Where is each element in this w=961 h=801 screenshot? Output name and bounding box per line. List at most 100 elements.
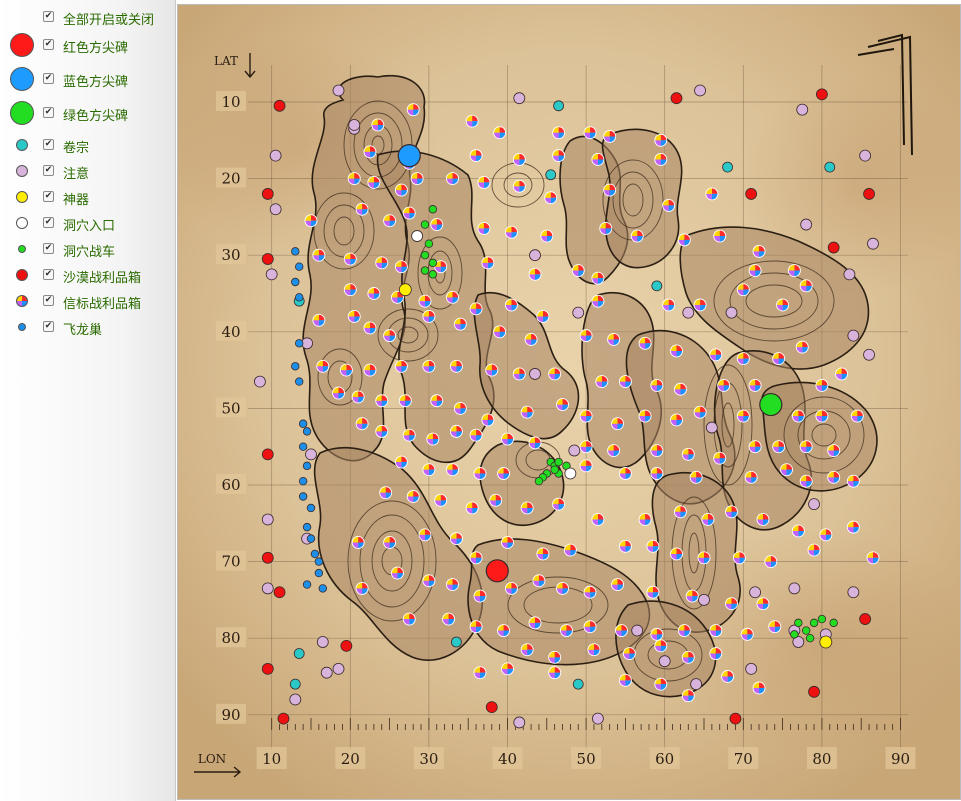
beacon-marker[interactable] bbox=[599, 221, 613, 235]
beacon-marker[interactable] bbox=[618, 539, 632, 553]
cave-loot-marker[interactable] bbox=[801, 626, 811, 635]
beacon-marker[interactable] bbox=[756, 597, 770, 611]
beacon-marker[interactable] bbox=[426, 432, 440, 446]
desert-crate-marker[interactable] bbox=[827, 241, 840, 254]
note-marker[interactable] bbox=[265, 268, 278, 281]
beacon-marker[interactable] bbox=[618, 467, 632, 480]
beacon-marker[interactable] bbox=[670, 413, 683, 427]
beacon-marker[interactable] bbox=[312, 248, 326, 262]
desert-crate-marker[interactable] bbox=[273, 586, 286, 599]
beacon-marker[interactable] bbox=[453, 317, 467, 331]
beacon-marker[interactable] bbox=[799, 474, 813, 488]
desert-crate-marker[interactable] bbox=[745, 188, 758, 200]
artifact-checkbox[interactable]: ✔ bbox=[43, 191, 54, 202]
beacon-marker[interactable] bbox=[563, 543, 577, 557]
beacon-marker[interactable] bbox=[394, 455, 408, 469]
beacon-marker[interactable] bbox=[536, 547, 550, 561]
blue-obelisk-checkbox[interactable]: ✔ bbox=[43, 73, 54, 84]
beacon-marker[interactable] bbox=[473, 467, 487, 480]
wyvern-nest-marker[interactable] bbox=[291, 247, 300, 256]
cave-loot-marker[interactable] bbox=[420, 220, 430, 229]
beacon-marker[interactable] bbox=[736, 409, 750, 423]
beacon-marker[interactable] bbox=[453, 401, 467, 415]
cave-loot-marker[interactable] bbox=[817, 614, 827, 624]
wyvern-nest-marker[interactable] bbox=[291, 362, 300, 371]
beacon-marker[interactable] bbox=[465, 114, 479, 128]
beacon-marker[interactable] bbox=[725, 597, 738, 611]
beacon-marker[interactable] bbox=[693, 405, 707, 419]
beacon-marker[interactable] bbox=[532, 574, 546, 588]
note-marker[interactable] bbox=[631, 624, 644, 637]
note-marker[interactable] bbox=[348, 119, 361, 131]
beacon-marker[interactable] bbox=[449, 424, 463, 438]
beacon-marker[interactable] bbox=[776, 298, 790, 312]
cave-loot-marker[interactable] bbox=[420, 266, 430, 275]
beacon-marker[interactable] bbox=[646, 585, 660, 599]
blue-obelisk-marker[interactable] bbox=[397, 144, 421, 168]
wyvern-nest-marker[interactable] bbox=[318, 584, 327, 593]
beacon-marker[interactable] bbox=[693, 298, 707, 312]
beacon-marker[interactable] bbox=[540, 229, 554, 243]
desert-crate-marker[interactable] bbox=[273, 99, 286, 112]
note-marker[interactable] bbox=[800, 218, 813, 231]
red-obelisk-checkbox[interactable]: ✔ bbox=[43, 39, 54, 50]
beacon-marker[interactable] bbox=[709, 624, 723, 637]
beacon-marker[interactable] bbox=[673, 382, 687, 396]
beacon-marker[interactable] bbox=[662, 298, 676, 312]
wyvern-nest-marker[interactable] bbox=[314, 568, 324, 578]
note-marker[interactable] bbox=[847, 329, 860, 342]
beacon-marker[interactable] bbox=[481, 413, 495, 427]
beacon-marker[interactable] bbox=[481, 256, 495, 270]
beacon-marker[interactable] bbox=[398, 394, 412, 408]
beacon-marker[interactable] bbox=[799, 279, 813, 293]
cave-loot-marker[interactable] bbox=[428, 205, 438, 214]
beacon-marker[interactable] bbox=[501, 536, 514, 549]
beacon-marker[interactable] bbox=[402, 206, 416, 220]
beacon-marker[interactable] bbox=[363, 363, 377, 377]
beacon-marker[interactable] bbox=[835, 367, 848, 381]
legend-row-cave[interactable]: ✔ 洞穴入口 bbox=[0, 212, 176, 234]
desert-crate-marker[interactable] bbox=[340, 639, 353, 652]
legend-row-red-obelisk[interactable]: ✔ 红色方尖碑 bbox=[0, 33, 176, 57]
note-marker[interactable] bbox=[261, 582, 274, 595]
note-marker[interactable] bbox=[513, 92, 526, 105]
beacon-checkbox[interactable]: ✔ bbox=[43, 295, 54, 306]
beacon-marker[interactable] bbox=[591, 513, 605, 526]
beacon-marker[interactable] bbox=[611, 417, 624, 431]
beacon-marker[interactable] bbox=[787, 264, 801, 277]
beacon-marker[interactable] bbox=[587, 643, 601, 657]
beacon-marker[interactable] bbox=[866, 551, 880, 565]
note-marker[interactable] bbox=[572, 306, 585, 319]
beacon-marker[interactable] bbox=[469, 302, 483, 316]
cave-marker[interactable] bbox=[411, 230, 424, 242]
beacon-marker[interactable] bbox=[846, 520, 860, 534]
note-marker[interactable] bbox=[867, 237, 879, 250]
legend-row-artifact[interactable]: ✔ 神器 bbox=[0, 186, 176, 208]
beacon-marker[interactable] bbox=[705, 187, 719, 201]
scroll-marker[interactable] bbox=[451, 636, 462, 648]
note-marker[interactable] bbox=[725, 306, 738, 319]
beacon-marker[interactable] bbox=[583, 585, 597, 599]
map-view[interactable]: 10 20 30 40 50 60 70 80 90 10 20 30 40 50 60 70 80 90 LAT L… bbox=[177, 4, 961, 800]
beacon-marker[interactable] bbox=[646, 539, 660, 553]
note-marker[interactable] bbox=[332, 662, 345, 675]
desert-crate-marker[interactable] bbox=[261, 662, 274, 675]
note-marker[interactable] bbox=[568, 444, 581, 457]
beacon-marker[interactable] bbox=[363, 145, 377, 159]
beacon-marker[interactable] bbox=[375, 256, 389, 270]
beacon-marker[interactable] bbox=[681, 447, 695, 461]
desert-crate-marker[interactable] bbox=[670, 92, 683, 105]
note-marker[interactable] bbox=[269, 149, 282, 162]
note-marker[interactable] bbox=[305, 448, 317, 461]
beacon-marker[interactable] bbox=[465, 501, 479, 515]
beacon-marker[interactable] bbox=[422, 310, 436, 323]
beacon-marker[interactable] bbox=[512, 152, 526, 166]
beacon-marker[interactable] bbox=[512, 179, 526, 193]
beacon-marker[interactable] bbox=[732, 551, 746, 565]
beacon-marker[interactable] bbox=[583, 620, 597, 634]
note-marker[interactable] bbox=[320, 666, 333, 679]
wyvern-nest-marker[interactable] bbox=[306, 503, 316, 513]
beacon-marker[interactable] bbox=[603, 183, 617, 197]
beacon-marker[interactable] bbox=[406, 490, 420, 503]
note-marker[interactable] bbox=[682, 306, 695, 319]
